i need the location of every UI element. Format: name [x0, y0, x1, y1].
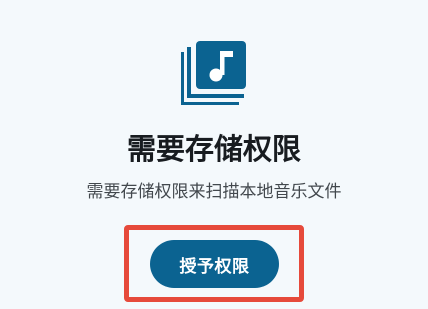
permission-description: 需要存储权限来扫描本地音乐文件: [86, 182, 342, 202]
grant-permission-button[interactable]: 授予权限: [150, 240, 279, 288]
music-library-icon: [181, 41, 249, 105]
permission-title: 需要存储权限: [126, 132, 301, 166]
